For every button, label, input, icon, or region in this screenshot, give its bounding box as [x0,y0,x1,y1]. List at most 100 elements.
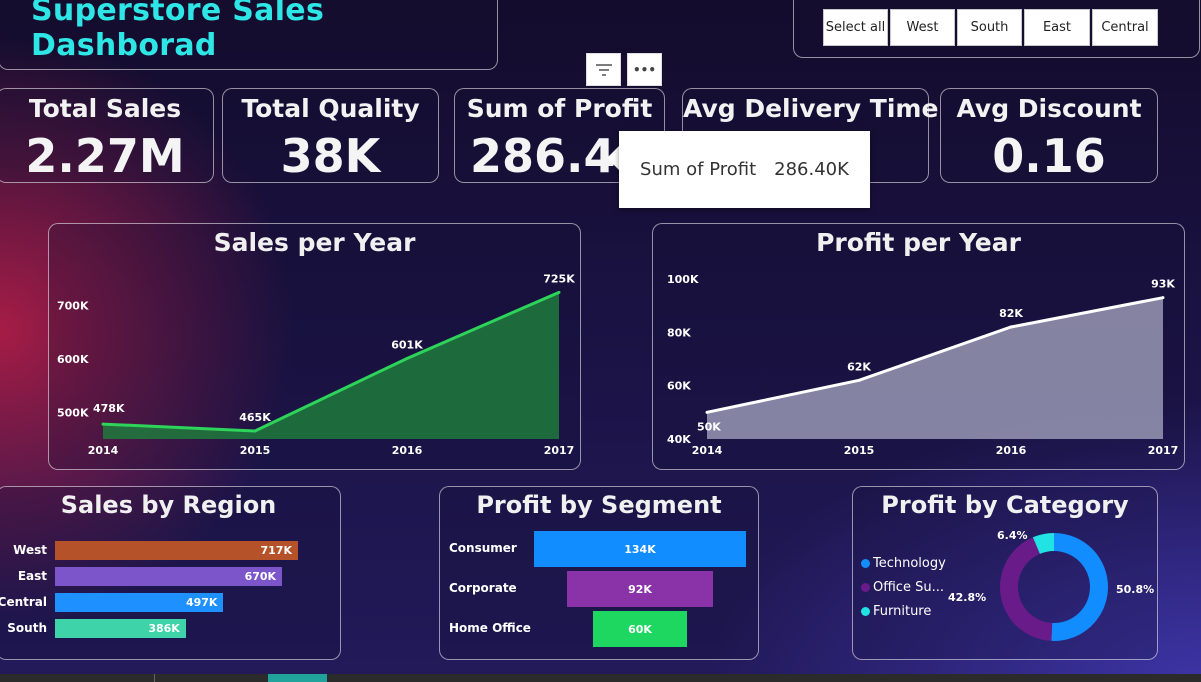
legend-item-furniture[interactable]: Furniture [861,604,931,619]
data-point [1161,296,1165,300]
kpi-value: 0.16 [992,129,1106,183]
profit-by-segment-card: Profit by Segment Consumer 134K Corporate 9… [439,486,759,660]
data-label: 82K [999,307,1023,320]
legend-label: Furniture [873,604,932,619]
y-tick-label: 60K [667,380,691,393]
legend-label: Office Su... [873,580,944,595]
region-label: South [7,621,47,635]
x-tick-label: 2015 [844,444,875,457]
x-tick-label: 2016 [996,444,1027,457]
legend-item-technology[interactable]: Technology [861,556,946,571]
kpi-label: Total Sales [28,94,182,123]
tooltip-caret [607,146,619,170]
x-tick-label: 2017 [544,444,575,457]
page-tab-active[interactable] [268,674,327,682]
segment-label: Home Office [449,621,531,635]
data-point [101,422,105,426]
dashboard-title: Superstore Sales Dashborad [31,0,325,63]
region-bar-value: 497K [185,596,218,609]
y-tick-label: 40K [667,433,691,446]
area-fill [707,297,1163,439]
kpi-label: Total Quality [241,94,420,123]
page-tab-divider [154,674,155,682]
data-label: 725K [543,272,575,285]
legend-dot [861,583,870,592]
segment-bar[interactable]: 92K [567,571,713,607]
tooltip-label: Sum of Profit [640,159,757,180]
kpi-total-sales: Total Sales 2.27M [0,88,214,183]
legend-label: Technology [873,556,946,571]
data-point [705,410,709,414]
data-label: 465K [239,411,271,424]
region-label: East [17,569,47,583]
slicer-south-button[interactable]: South [957,9,1022,46]
region-bar[interactable]: 497K [55,593,224,612]
data-point [253,429,257,433]
donut-slice [1000,537,1053,641]
data-point [857,378,861,382]
region-bar-value: 386K [148,622,180,635]
slicer-east-button[interactable]: East [1024,9,1090,46]
segment-bar[interactable]: 134K [534,531,746,567]
more-options-button[interactable]: ••• [627,53,662,86]
area-fill [103,292,559,439]
region-bar[interactable]: 386K [55,619,186,638]
region-bar[interactable]: 717K [55,541,298,560]
filter-button[interactable] [586,53,621,86]
filter-icon [595,63,612,76]
sales-per-year-card: Sales per Year 700K 600K 500K 478K 2014 465K 2… [48,223,581,470]
profit-per-year-chart: 100K 80K 60K 40K 50K 2014 62K 2015 82K 2016 93K 201… [667,273,1179,457]
slice-label-office-supplies: 42.8% [948,591,987,604]
x-tick-label: 2014 [88,444,119,457]
kpi-label: Avg Delivery Time [683,94,939,123]
profit-by-category-donut [1000,533,1109,641]
x-tick-label: 2014 [692,444,723,457]
y-tick-label: 600K [57,353,89,366]
y-tick-label: 700K [57,300,89,313]
profit-tooltip: Sum of Profit 286.40K [619,131,870,208]
y-tick-label: 100K [667,273,699,286]
region-slicer: Select all West South East Central [793,0,1200,58]
more-options-icon: ••• [632,62,656,77]
region-label: West [13,543,47,557]
legend-dot [861,607,870,616]
kpi-value: 38K [280,129,381,183]
kpi-avg-discount: Avg Discount 0.16 [940,88,1158,183]
slice-label-technology: 50.8% [1116,583,1155,596]
y-tick-label: 80K [667,326,691,339]
kpi-total-quality: Total Quality 38K [222,88,439,183]
segment-bar[interactable]: 60K [592,611,688,647]
page-tab-strip [0,674,1201,682]
data-label: 62K [847,360,871,373]
x-tick-label: 2017 [1148,444,1179,457]
kpi-value: 2.27M [25,129,185,183]
slicer-central-button[interactable]: Central [1092,9,1158,46]
data-label: 50K [697,420,721,433]
profit-by-segment-title: Profit by Segment [476,491,722,519]
x-tick-label: 2015 [240,444,271,457]
legend-dot [861,559,870,568]
donut-slice [1051,533,1109,641]
region-bar-value: 670K [244,570,277,583]
x-tick-label: 2016 [392,444,423,457]
tooltip-value: 286.40K [774,159,849,180]
slice-label-furniture: 6.4% [997,529,1028,542]
slicer-select-all-button[interactable]: Select all [823,9,888,46]
data-point [1009,325,1013,329]
profit-per-year-card: Profit per Year 100K 80K 60K 40K 50K 2014 62K 2… [652,223,1185,470]
legend-item-office-supplies[interactable]: Office Su... [861,580,944,595]
title-card: Superstore Sales Dashborad [0,0,498,70]
kpi-label: Avg Discount [956,94,1142,123]
sales-by-region-card: Sales by Region West 717K East 670K Central 4… [0,486,341,660]
data-label: 601K [391,338,423,351]
slicer-west-button[interactable]: West [890,9,955,46]
region-bar[interactable]: 670K [55,567,283,586]
data-point [557,290,561,294]
sales-per-year-chart: 700K 600K 500K 478K 2014 465K 2015 601K 2016 725K… [57,272,575,457]
region-bar-value: 717K [260,544,293,557]
region-label: Central [0,595,47,609]
data-point [405,356,409,360]
data-label: 93K [1151,278,1175,291]
data-label: 478K [93,402,125,415]
kpi-label: Sum of Profit [466,94,653,123]
